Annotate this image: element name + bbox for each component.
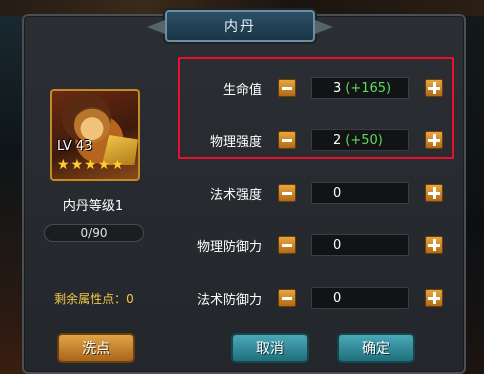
hero-portrait[interactable]: LV 43 ★ ★ ★ ★ ★	[50, 89, 140, 181]
cancel-button[interactable]: 取消	[231, 333, 309, 363]
attr-magic-defense-label: 法术防御力	[196, 293, 262, 308]
attr-phys-defense-value: 0	[333, 237, 342, 253]
hero-level: LV 43	[57, 139, 93, 154]
star-icon: ★	[97, 157, 111, 173]
minus-icon	[282, 296, 292, 300]
attr-phys-defense-plus-button[interactable]	[425, 236, 443, 254]
hero-star-rating: ★ ★ ★ ★ ★	[57, 158, 124, 172]
attr-magic-defense-minus-button[interactable]	[278, 289, 296, 307]
attr-magic-defense-value-field: 0	[311, 287, 409, 309]
star-icon: ★	[84, 157, 97, 173]
attr-magic-power-label: 法术强度	[209, 188, 262, 203]
dan-progress-text: 0/90	[80, 226, 108, 240]
attr-phys-defense-value-field: 0	[311, 234, 409, 256]
panel-title: 内丹	[224, 19, 256, 35]
wash-points-button[interactable]: 洗点	[57, 333, 135, 363]
plus-icon	[428, 239, 440, 251]
attr-magic-power-minus-button[interactable]	[278, 184, 296, 202]
star-icon: ★	[70, 157, 84, 173]
star-icon: ★	[111, 157, 124, 173]
plus-icon	[428, 292, 440, 304]
panel-title-tab: 内丹	[165, 10, 315, 42]
attr-magic-power-value-field: 0	[311, 182, 409, 204]
dan-level-label: 内丹等级1	[62, 199, 124, 214]
plus-icon	[428, 187, 440, 199]
attr-phys-defense-label: 物理防御力	[196, 240, 262, 255]
remaining-points-label: 剩余属性点：0	[54, 292, 134, 306]
dan-progress-bar: 0/90	[44, 224, 144, 242]
minus-icon	[282, 191, 292, 195]
attr-magic-power-value: 0	[333, 185, 342, 201]
hero-face-art	[74, 107, 110, 143]
attr-magic-defense-value: 0	[333, 290, 342, 306]
attr-magic-power-plus-button[interactable]	[425, 184, 443, 202]
highlight-box	[178, 57, 454, 159]
attr-magic-defense-plus-button[interactable]	[425, 289, 443, 307]
minus-icon	[282, 243, 292, 247]
attr-phys-defense-minus-button[interactable]	[278, 236, 296, 254]
confirm-button[interactable]: 确定	[337, 333, 415, 363]
star-icon: ★	[57, 157, 70, 173]
